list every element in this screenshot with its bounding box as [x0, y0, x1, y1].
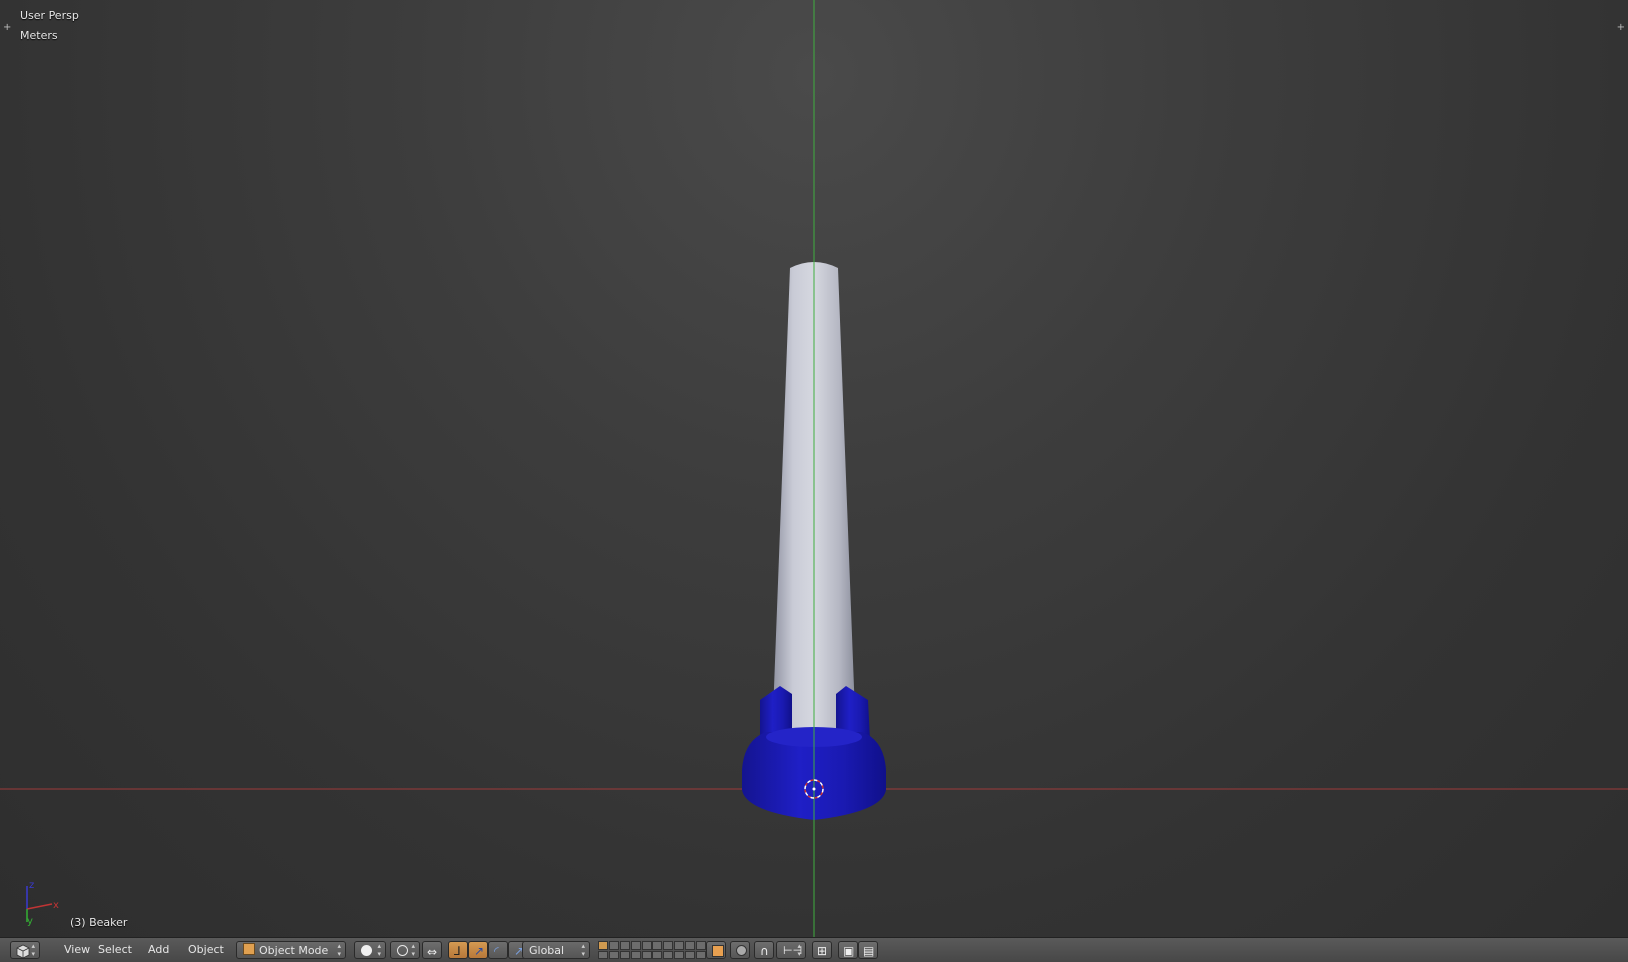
render-image-button[interactable]: ▣ [838, 941, 858, 959]
manipulator-toggle-button[interactable]: ⅃ [448, 941, 468, 959]
proportional-editing-button[interactable] [730, 941, 750, 959]
menu-add[interactable]: Add [144, 941, 173, 959]
view-perspective-label: User Persp [20, 9, 79, 22]
transform-orientation-dropdown[interactable]: Global ▴ ▾ [522, 941, 590, 959]
dropdown-arrows-icon: ▴ ▾ [337, 942, 341, 958]
proportional-editing-icon [736, 945, 747, 956]
svg-text:z: z [29, 880, 34, 891]
3d-viewport[interactable]: z x y User Persp Meters (3) Beaker + + [0, 0, 1628, 937]
layer-buttons-group-1[interactable] [598, 941, 652, 959]
pivot-point-icon [397, 945, 408, 956]
viewport-header: ▴ ▾ View Select Add Object Object Mode ▴ ▾… [0, 937, 1628, 962]
snap-element-dropdown[interactable]: ⊢⊣ ▴ ▾ [776, 941, 806, 959]
view3d-editor-icon [16, 944, 30, 958]
dropdown-arrows-icon: ▴ ▾ [31, 942, 35, 958]
translate-arrow-icon: ↗ [474, 944, 485, 958]
axis-gizmo-x-label: x [53, 900, 59, 911]
mode-dropdown-label: Object Mode [259, 944, 329, 957]
menu-view[interactable]: View [60, 941, 94, 959]
rotate-arc-icon: ◜ [494, 944, 499, 958]
manipulate-center-points-button[interactable]: ⇔ [422, 941, 442, 959]
orientation-label: Global [529, 944, 565, 957]
clapperboard-icon: ▤ [863, 944, 875, 958]
axis-gizmo: z x y [26, 880, 59, 927]
active-object-label: (3) Beaker [70, 916, 128, 929]
editor-type-button[interactable]: ▴ ▾ [10, 941, 40, 959]
region-expand-right-icon[interactable]: + [1617, 22, 1625, 33]
dropdown-arrows-icon: ▴ ▾ [581, 942, 585, 958]
solid-shading-icon [361, 945, 372, 956]
translate-manipulator-button[interactable]: ↗ [468, 941, 488, 959]
snap-toggle-button[interactable]: ∩ [754, 941, 774, 959]
units-label: Meters [20, 29, 58, 42]
camera-icon: ▣ [843, 944, 855, 958]
dropdown-arrows-icon: ▴ ▾ [411, 942, 415, 958]
manipulator-icon: ⅃ [454, 944, 461, 958]
axis-gizmo-y-label: y [27, 916, 33, 927]
magnet-icon: ∩ [760, 944, 769, 958]
layer-buttons-group-2[interactable] [652, 941, 706, 959]
viewport-scene[interactable]: z x y [0, 0, 1628, 937]
pivot-point-dropdown[interactable]: ▴ ▾ [390, 941, 420, 959]
shading-dropdown[interactable]: ▴ ▾ [354, 941, 386, 959]
render-animation-button[interactable]: ▤ [858, 941, 878, 959]
rotate-manipulator-button[interactable]: ◜ [488, 941, 508, 959]
object-mode-icon [243, 943, 255, 955]
center-points-icon: ⇔ [427, 945, 438, 959]
region-expand-left-icon[interactable]: + [3, 22, 11, 33]
layer-lock-icon [712, 945, 724, 957]
dropdown-arrows-icon: ▴ ▾ [797, 942, 801, 958]
lock-layers-button[interactable] [706, 941, 726, 959]
snap-target-button[interactable]: ⊞ [812, 941, 832, 959]
dropdown-arrows-icon: ▴ ▾ [377, 942, 381, 958]
mode-dropdown[interactable]: Object Mode ▴ ▾ [236, 941, 346, 959]
snap-target-icon: ⊞ [817, 944, 828, 958]
menu-select[interactable]: Select [94, 941, 136, 959]
menu-object[interactable]: Object [184, 941, 228, 959]
